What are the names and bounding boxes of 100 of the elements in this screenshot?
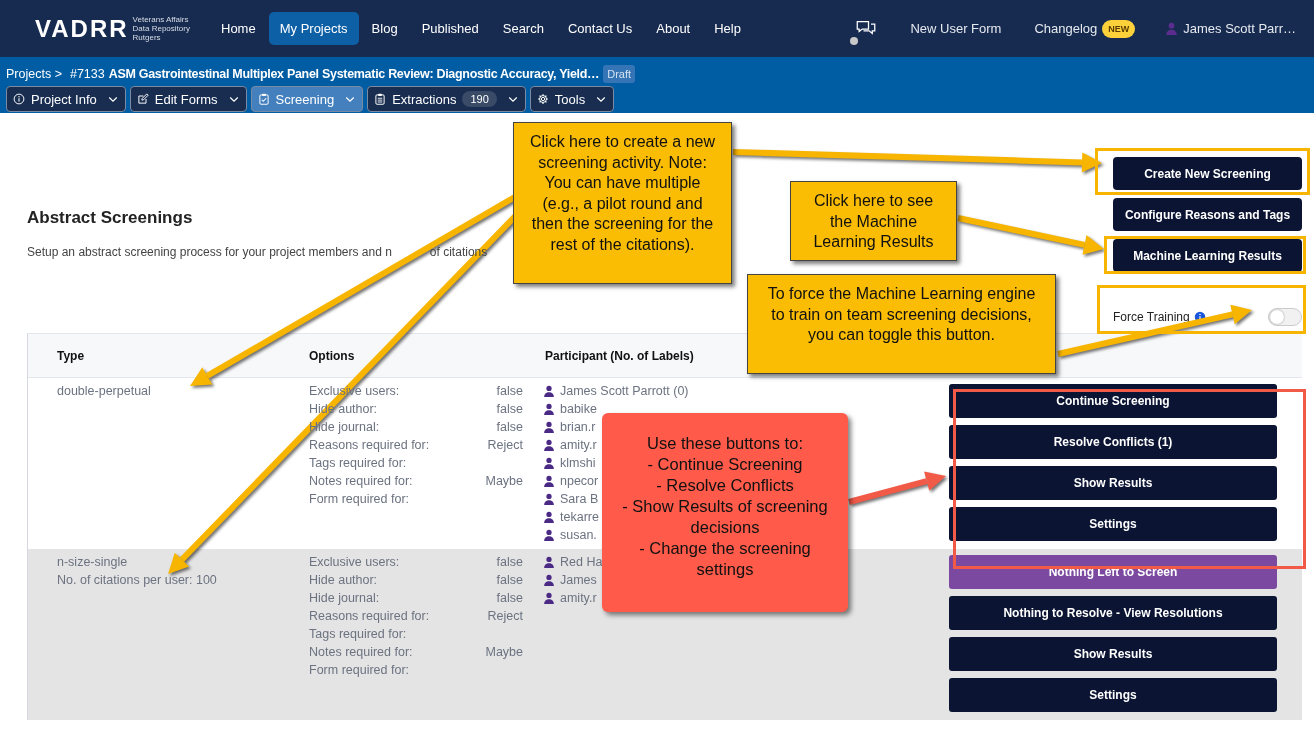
logo-tagline: Veterans Affairs bbox=[132, 15, 190, 24]
action-button[interactable]: Create New Screening bbox=[1113, 157, 1302, 190]
callout-note: Use these buttons to: - Continue Screening - Resolve Conflicts - Show Results of screening decisions - Change the screening settings bbox=[602, 413, 848, 612]
option-label: Hide journal: bbox=[309, 590, 380, 607]
column-header: Options bbox=[308, 348, 356, 363]
action-button[interactable]: Configure Reasons and Tags bbox=[1113, 198, 1302, 231]
option-value: false bbox=[496, 590, 523, 607]
participant-name: James bbox=[560, 573, 597, 587]
option-label: Notes required for: bbox=[309, 473, 413, 490]
nav-link[interactable]: Home bbox=[210, 12, 267, 45]
action-button[interactable]: Settings bbox=[949, 678, 1277, 712]
nav-link[interactable]: Published bbox=[410, 12, 490, 45]
option-value: Reject bbox=[487, 608, 523, 625]
participant-name: Sara B bbox=[560, 492, 599, 506]
option-label: Tags required for: bbox=[309, 626, 407, 643]
logo-tagline: Rutgers bbox=[132, 33, 162, 42]
action-button[interactable]: Nothing to Resolve - View Resolutions bbox=[949, 596, 1277, 630]
callout-note: To force the Machine Learning engine to train on team screening decisions, you can toggle this button. bbox=[747, 274, 1056, 374]
nav-link[interactable]: Contact Us bbox=[556, 12, 644, 45]
person-icon bbox=[543, 457, 555, 469]
option-label: Form required for: bbox=[309, 662, 410, 679]
person-icon bbox=[543, 556, 555, 568]
action-button[interactable]: Continue Screening bbox=[949, 384, 1277, 418]
breadcrumb-link[interactable]: Projects > bbox=[6, 66, 62, 81]
nav-link[interactable]: About bbox=[645, 12, 702, 45]
participant-name: babike bbox=[560, 402, 597, 416]
count-badge: 190 bbox=[462, 91, 497, 107]
logo-tagline: Data Repository bbox=[132, 24, 190, 33]
person-icon bbox=[543, 403, 555, 415]
project-tab[interactable]: Screening bbox=[250, 86, 364, 112]
page-title: Abstract Screenings bbox=[27, 208, 194, 228]
person-icon bbox=[543, 385, 555, 397]
person-icon bbox=[543, 592, 555, 604]
option-label: Hide author: bbox=[309, 572, 378, 589]
nav-link[interactable]: Search bbox=[491, 12, 555, 45]
option-value: Reject bbox=[487, 437, 523, 454]
person-icon bbox=[543, 475, 555, 487]
pencil-icon bbox=[136, 93, 149, 105]
nav-link[interactable]: My Projects bbox=[268, 12, 359, 45]
option-value: false bbox=[496, 401, 523, 418]
action-button[interactable]: Resolve Conflicts (1) bbox=[949, 425, 1277, 459]
callout-note: Click here to see the Machine Learning Results bbox=[790, 181, 957, 261]
nav-link[interactable]: Help bbox=[703, 12, 752, 45]
option-label: Reasons required for: bbox=[309, 608, 430, 625]
action-button[interactable]: Machine Learning Results bbox=[1113, 239, 1302, 272]
gear-icon bbox=[536, 93, 549, 105]
project-title: ASM Gastrointestinal Multiplex Panel Systematic Review: Diagnostic Accuracy, Yield… bbox=[108, 66, 600, 81]
person-icon bbox=[543, 439, 555, 451]
description-text: Setup an abstract screening process for your project members and n bbox=[27, 245, 392, 259]
person-icon bbox=[543, 529, 555, 541]
action-button[interactable]: Show Results bbox=[949, 466, 1277, 500]
option-value: false bbox=[496, 554, 523, 571]
option-value: Maybe bbox=[485, 473, 523, 490]
option-value: false bbox=[496, 383, 523, 400]
status-dot bbox=[850, 36, 859, 45]
person-icon bbox=[543, 421, 555, 433]
option-value: false bbox=[496, 572, 523, 589]
nav-link[interactable]: Changelog bbox=[1034, 21, 1098, 36]
person-icon bbox=[543, 493, 555, 505]
clipboard-check-icon bbox=[257, 93, 270, 105]
project-tab[interactable]: Extractions 190 bbox=[367, 86, 526, 112]
toggle-label: Force Training bbox=[1113, 309, 1190, 324]
user-icon bbox=[1165, 22, 1179, 35]
project-tab[interactable]: Edit Forms bbox=[129, 86, 247, 112]
project-tab[interactable]: Project Info bbox=[6, 86, 126, 112]
participant-name: amity.r bbox=[560, 591, 597, 605]
option-value: Maybe bbox=[485, 644, 523, 661]
option-label: Exclusive users: bbox=[309, 554, 400, 571]
callout-note: Click here to create a new screening activity. Note: You can have multiple (e.g., a pilot round and then the screening for the rest of the citations). bbox=[513, 122, 732, 284]
nav-link[interactable]: Blog bbox=[360, 12, 409, 45]
option-label: Form required for: bbox=[309, 491, 410, 508]
person-icon bbox=[543, 511, 555, 523]
participant-name: tekarre bbox=[560, 510, 599, 524]
option-value: false bbox=[496, 419, 523, 436]
participant-name: brian.r bbox=[560, 420, 596, 434]
toggle-switch[interactable] bbox=[1268, 307, 1302, 326]
column-header: Participant (No. of Labels) bbox=[544, 348, 694, 363]
clipboard-list-icon bbox=[374, 93, 387, 105]
option-label: Notes required for: bbox=[309, 644, 413, 661]
info-icon bbox=[13, 93, 25, 105]
info-icon[interactable] bbox=[1193, 310, 1206, 323]
action-button[interactable]: Show Results bbox=[949, 637, 1277, 671]
table-cell-text: double-perpetual bbox=[57, 383, 152, 400]
table-cell-text: No. of citations per user: 100 bbox=[57, 572, 218, 589]
action-button[interactable]: Settings bbox=[949, 507, 1277, 541]
column-header: Type bbox=[56, 348, 86, 363]
new-badge: NEW bbox=[1102, 19, 1136, 38]
participant-name: Red Ha bbox=[560, 555, 603, 569]
project-tab[interactable]: Tools bbox=[529, 86, 615, 112]
participant-name: susan. bbox=[560, 528, 597, 542]
option-label: Reasons required for: bbox=[309, 437, 430, 454]
nav-link[interactable]: New User Form bbox=[910, 21, 1002, 36]
participant-name: amity.r bbox=[560, 438, 597, 452]
project-number: #7133 bbox=[69, 66, 105, 81]
participant-name: klmshi bbox=[560, 456, 596, 470]
user-menu-link[interactable]: James Scott Parr… bbox=[1183, 21, 1296, 36]
option-label: Tags required for: bbox=[309, 455, 407, 472]
participant-name: James Scott Parrott (0) bbox=[560, 384, 689, 398]
logo-wordmark: VADRR bbox=[35, 14, 129, 43]
status-badge: Draft bbox=[603, 64, 636, 83]
